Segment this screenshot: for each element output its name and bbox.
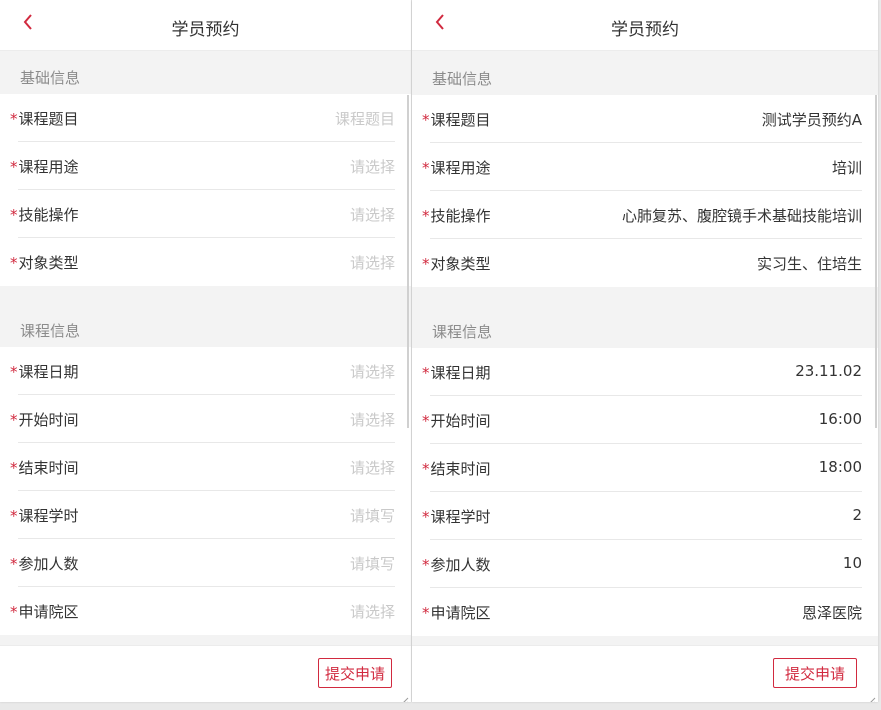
start-time-select[interactable]: 16:00	[819, 410, 862, 428]
field-label: 结束时间	[18, 459, 79, 477]
campus-select[interactable]: 恩泽医院	[802, 602, 862, 623]
course-hours-input[interactable]: 2	[852, 506, 862, 524]
field-label: 课程日期	[18, 363, 79, 381]
required-mark: *	[422, 412, 430, 430]
field-campus[interactable]: *申请院区 请选择	[0, 587, 411, 635]
required-mark: *	[10, 254, 18, 272]
field-label: 课程学时	[430, 508, 491, 526]
required-mark: *	[10, 158, 18, 176]
field-course-date[interactable]: *课程日期 23.11.02	[412, 348, 878, 396]
field-label: 申请院区	[18, 603, 79, 621]
skill-operation-select[interactable]: 请选择	[350, 204, 395, 225]
field-course-date[interactable]: *课程日期 请选择	[0, 347, 411, 395]
section-course-info: 课程信息	[20, 322, 81, 340]
required-mark: *	[10, 110, 18, 128]
participants-input[interactable]: 10	[843, 554, 862, 572]
field-course-hours[interactable]: *课程学时 2	[412, 492, 878, 540]
field-label: 开始时间	[430, 412, 491, 430]
field-label: 技能操作	[18, 206, 79, 224]
page-title: 学员预约	[171, 20, 240, 40]
header-bar: 学员预约	[0, 0, 411, 51]
field-label: 技能操作	[430, 207, 491, 225]
field-skill-operation[interactable]: *技能操作 心肺复苏、腹腔镜手术基础技能培训	[412, 191, 878, 239]
field-target-type[interactable]: *对象类型 请选择	[0, 238, 411, 286]
field-skill-operation[interactable]: *技能操作 请选择	[0, 190, 411, 238]
required-mark: *	[10, 411, 18, 429]
field-label: 参加人数	[430, 556, 491, 574]
field-start-time[interactable]: *开始时间 请选择	[0, 395, 411, 443]
field-label: 对象类型	[18, 254, 79, 272]
field-campus[interactable]: *申请院区 恩泽医院	[412, 588, 878, 636]
field-label: 对象类型	[430, 255, 491, 273]
required-mark: *	[422, 111, 430, 129]
field-label: 课程题目	[430, 111, 491, 129]
required-mark: *	[10, 555, 18, 573]
required-mark: *	[422, 364, 430, 382]
field-label: 参加人数	[18, 555, 79, 573]
section-basic-info: 基础信息	[20, 69, 81, 87]
course-date-select[interactable]: 23.11.02	[795, 362, 862, 380]
field-end-time[interactable]: *结束时间 18:00	[412, 444, 878, 492]
header-bar: 学员预约	[412, 0, 878, 51]
required-mark: *	[422, 207, 430, 225]
required-mark: *	[10, 507, 18, 525]
bottom-bar: 提交申请	[0, 645, 411, 702]
field-label: 结束时间	[430, 460, 491, 478]
scrollbar[interactable]	[875, 95, 877, 428]
course-title-input[interactable]: 课程题目	[335, 108, 395, 129]
submit-button[interactable]: 提交申请	[773, 658, 857, 688]
participants-input[interactable]: 请填写	[350, 553, 395, 574]
required-mark: *	[422, 460, 430, 478]
field-label: 课程用途	[18, 158, 79, 176]
resize-handle-icon[interactable]	[866, 691, 876, 702]
booking-form-filled: 学员预约 基础信息 *课程题目 测试学员预约A *课程用途 培训 *技能操作 心…	[412, 0, 878, 702]
field-participants[interactable]: *参加人数 请填写	[0, 539, 411, 587]
course-hours-input[interactable]: 请填写	[350, 505, 395, 526]
field-target-type[interactable]: *对象类型 实习生、住培生	[412, 239, 878, 287]
target-type-select[interactable]: 请选择	[350, 252, 395, 273]
course-title-input[interactable]: 测试学员预约A	[762, 109, 862, 130]
field-start-time[interactable]: *开始时间 16:00	[412, 396, 878, 444]
required-mark: *	[422, 604, 430, 622]
field-label: 课程用途	[430, 159, 491, 177]
section-basic-info: 基础信息	[432, 70, 493, 88]
field-label: 开始时间	[18, 411, 79, 429]
field-label: 课程学时	[18, 507, 79, 525]
field-label: 课程题目	[18, 110, 79, 128]
skill-operation-select[interactable]: 心肺复苏、腹腔镜手术基础技能培训	[622, 205, 862, 226]
required-mark: *	[10, 459, 18, 477]
field-end-time[interactable]: *结束时间 请选择	[0, 443, 411, 491]
course-date-select[interactable]: 请选择	[350, 361, 395, 382]
field-participants[interactable]: *参加人数 10	[412, 540, 878, 588]
required-mark: *	[10, 363, 18, 381]
submit-button[interactable]: 提交申请	[318, 658, 392, 688]
required-mark: *	[10, 206, 18, 224]
field-course-hours[interactable]: *课程学时 请填写	[0, 491, 411, 539]
field-label: 课程日期	[430, 364, 491, 382]
course-purpose-select[interactable]: 培训	[832, 157, 862, 178]
required-mark: *	[422, 159, 430, 177]
end-time-select[interactable]: 18:00	[819, 458, 862, 476]
field-course-title[interactable]: *课程题目 测试学员预约A	[412, 95, 878, 143]
field-course-purpose[interactable]: *课程用途 培训	[412, 143, 878, 191]
required-mark: *	[422, 508, 430, 526]
campus-select[interactable]: 请选择	[350, 601, 395, 622]
booking-form-empty: 学员预约 基础信息 *课程题目 课程题目 *课程用途 请选择 *技能操作 请选择…	[0, 0, 411, 702]
section-course-info: 课程信息	[432, 323, 493, 341]
resize-handle-icon[interactable]	[399, 691, 409, 702]
required-mark: *	[422, 255, 430, 273]
field-course-purpose[interactable]: *课程用途 请选择	[0, 142, 411, 190]
target-type-select[interactable]: 实习生、住培生	[757, 253, 862, 274]
field-label: 申请院区	[430, 604, 491, 622]
end-time-select[interactable]: 请选择	[350, 457, 395, 478]
required-mark: *	[10, 603, 18, 621]
field-course-title[interactable]: *课程题目 课程题目	[0, 94, 411, 142]
page-title: 学员预约	[611, 20, 679, 40]
start-time-select[interactable]: 请选择	[350, 409, 395, 430]
scrollbar[interactable]	[407, 95, 409, 428]
course-purpose-select[interactable]: 请选择	[350, 156, 395, 177]
required-mark: *	[422, 556, 430, 574]
bottom-bar: 提交申请	[412, 645, 878, 702]
